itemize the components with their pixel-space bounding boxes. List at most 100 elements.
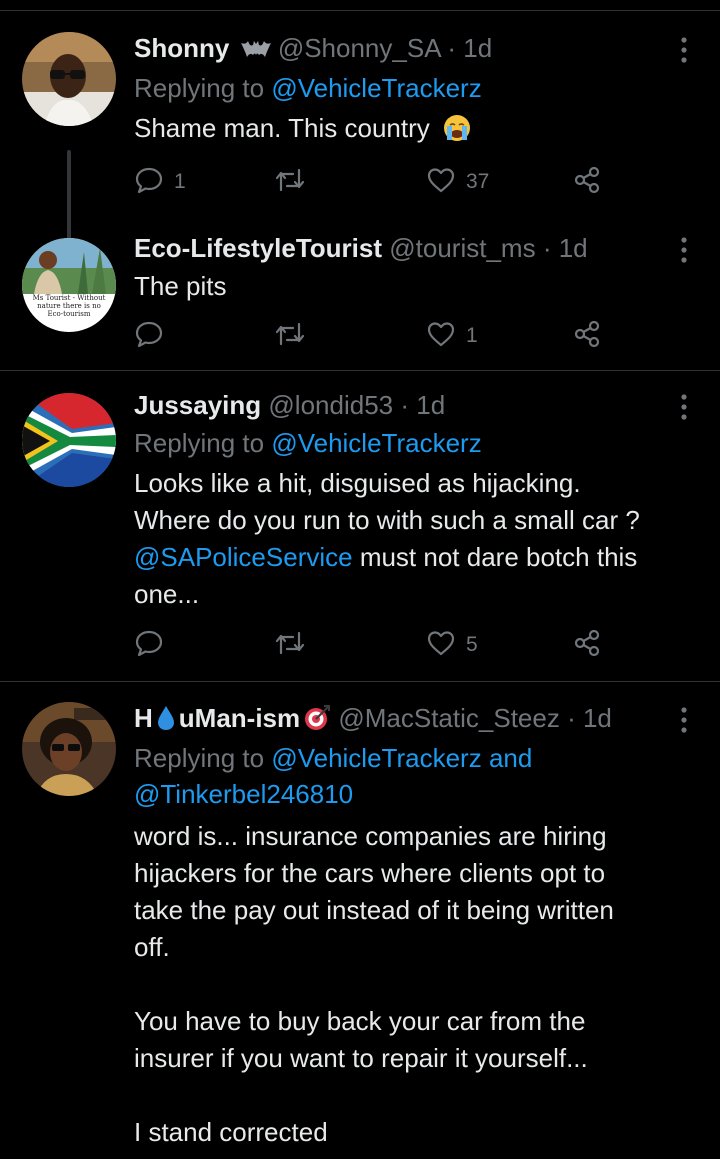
like-count: 1 — [466, 324, 478, 347]
tweet-text-line: off. — [134, 932, 170, 962]
droplet-emoji-icon — [156, 705, 176, 731]
avatar[interactable]: Ms Tourist - Without nature there is no … — [22, 238, 116, 332]
tweet-header: HuMan-ism @MacStatic_Steez · 1d — [134, 702, 612, 734]
tweet-text-line: insurer if you want to repair it yoursel… — [134, 1043, 588, 1073]
like-count: 5 — [466, 633, 478, 656]
tweet-text-line: The pits — [134, 271, 227, 301]
heart-icon — [426, 319, 456, 354]
tweet-macstatic-steez[interactable]: HuMan-ism @MacStatic_Steez · 1d Replying… — [0, 682, 720, 1159]
speech-bubble-icon — [134, 628, 164, 663]
avatar-caption-line: nature there is no — [37, 302, 101, 310]
tweet-header: Jussaying @londid53 · 1d — [134, 389, 445, 421]
mention-link[interactable]: @VehicleTrackerz — [271, 428, 481, 458]
replying-to: Replying to @VehicleTrackerz — [134, 70, 482, 106]
separator-dot: · — [567, 703, 583, 733]
mention-link[interactable]: @VehicleTrackerz — [271, 743, 481, 773]
tweet-text-line: Shame man. This country — [134, 113, 430, 143]
share-icon — [572, 628, 602, 663]
tweet-text-fragment: must not dare botch this — [352, 542, 638, 572]
timestamp[interactable]: 1d — [583, 703, 612, 733]
tweet-text: Shame man. This country — [134, 110, 694, 147]
display-name-prefix: H — [134, 703, 153, 733]
tweet-text-line: @SAPoliceService must not dare botch thi… — [134, 539, 694, 576]
tweet-text-line: hijackers for the cars where clients opt… — [134, 858, 606, 888]
display-name-rest: uMan-ism — [178, 703, 301, 733]
reply-button[interactable]: 1 — [134, 162, 186, 202]
tweet-text-blank-line — [134, 966, 694, 1003]
tweet-header: Shonny @Shonny_SA · 1d — [134, 32, 492, 64]
bat-emoji-icon — [240, 34, 271, 57]
timestamp[interactable]: 1d — [416, 390, 445, 420]
handle[interactable]: @Shonny_SA — [278, 33, 440, 63]
retweet-icon — [274, 628, 306, 663]
more-vertical-icon[interactable] — [676, 706, 692, 734]
reply-button[interactable] — [134, 316, 164, 356]
timestamp[interactable]: 1d — [463, 33, 492, 63]
tweet-text-line: Looks like a hit, disguised as hijacking… — [134, 468, 581, 498]
like-button[interactable]: 37 — [426, 162, 489, 202]
target-emoji-icon — [303, 704, 331, 732]
tweet-actions: 1 — [134, 316, 634, 356]
share-button[interactable] — [572, 162, 602, 202]
share-button[interactable] — [572, 316, 602, 356]
avatar[interactable] — [22, 32, 116, 126]
tweet-text-blank-line — [134, 1077, 694, 1114]
heart-icon — [426, 165, 456, 200]
tweet-text-line: take the pay out instead of it being wri… — [134, 895, 614, 925]
like-count: 37 — [466, 170, 490, 193]
reply-button[interactable] — [134, 625, 164, 665]
tweet-text-line: one... — [134, 579, 200, 609]
tweet-shonny[interactable]: Shonny @Shonny_SA · 1d Replying to @Vehi… — [0, 22, 720, 250]
handle[interactable]: @tourist_ms — [389, 233, 535, 263]
separator-dot: · — [447, 33, 464, 63]
tweet-text: The pits — [134, 268, 694, 305]
tweet-text-line: You have to buy back your car from the — [134, 1006, 586, 1036]
avatar[interactable] — [22, 702, 116, 796]
retweet-button[interactable] — [274, 316, 306, 356]
avatar-caption-line: Ms Tourist - Without — [32, 294, 106, 302]
more-vertical-icon[interactable] — [676, 36, 692, 64]
retweet-button[interactable] — [274, 625, 306, 665]
display-name[interactable]: Eco-LifestyleTourist — [134, 233, 382, 263]
tweet-text: Looks like a hit, disguised as hijacking… — [134, 465, 694, 613]
avatar-caption: Ms Tourist - Without nature there is no … — [22, 294, 116, 318]
tweet-jussaying[interactable]: Jussaying @londid53 · 1d Replying to @Ve… — [0, 371, 720, 679]
display-name[interactable]: Jussaying — [134, 390, 261, 420]
tweet-header: Eco-LifestyleTourist @tourist_ms · 1d — [134, 232, 588, 264]
retweet-icon — [274, 165, 306, 200]
tweet-text-line: I stand corrected — [134, 1117, 328, 1147]
like-button[interactable]: 1 — [426, 316, 478, 356]
more-vertical-icon[interactable] — [676, 393, 692, 421]
display-name[interactable]: HuMan-ism — [134, 703, 331, 733]
reply-count: 1 — [174, 170, 186, 193]
retweet-icon — [274, 319, 306, 354]
share-icon — [572, 165, 602, 200]
handle[interactable]: @londid53 — [268, 390, 393, 420]
tweet-text-line: word is... insurance companies are hirin… — [134, 821, 607, 851]
tweet-actions: 5 — [134, 625, 634, 665]
replying-to: Replying to @VehicleTrackerz — [134, 425, 482, 461]
tweet-actions: 1 37 — [134, 162, 634, 202]
like-button[interactable]: 5 — [426, 625, 478, 665]
mention-link[interactable]: @Tinkerbel246810 — [134, 779, 353, 809]
top-divider — [0, 10, 720, 11]
replying-to-label: Replying to — [134, 743, 265, 773]
share-button[interactable] — [572, 625, 602, 665]
more-vertical-icon[interactable] — [676, 236, 692, 264]
replying-to-label: Replying to — [134, 73, 265, 103]
retweet-button[interactable] — [274, 162, 306, 202]
display-name[interactable]: Shonny — [134, 33, 229, 63]
timestamp[interactable]: 1d — [559, 233, 588, 263]
tweet-eco-lifestyle-tourist[interactable]: Ms Tourist - Without nature there is no … — [0, 222, 720, 370]
replying-to-and[interactable]: and — [489, 743, 532, 773]
speech-bubble-icon — [134, 319, 164, 354]
mention-link[interactable]: @VehicleTrackerz — [271, 73, 481, 103]
handle[interactable]: @MacStatic_Steez — [338, 703, 559, 733]
tweet-text-line: Where do you run to with such a small ca… — [134, 505, 640, 535]
avatar-caption-line: Eco-tourism — [47, 310, 91, 318]
avatar[interactable] — [22, 393, 116, 487]
speech-bubble-icon — [134, 165, 164, 200]
heart-icon — [426, 628, 456, 663]
mention-link[interactable]: @SAPoliceService — [134, 542, 353, 572]
crying-face-emoji-icon — [443, 114, 471, 142]
